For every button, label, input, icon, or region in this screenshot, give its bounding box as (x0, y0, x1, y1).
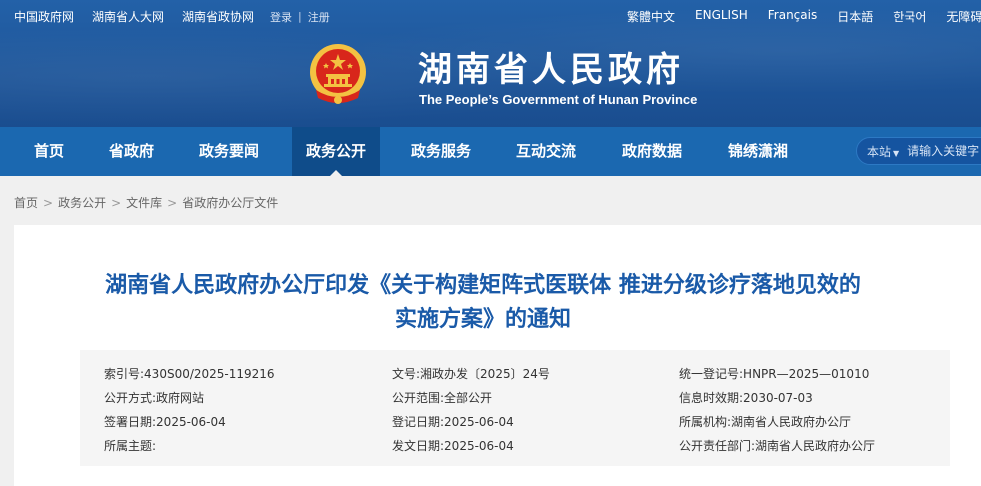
language-links: 繁體中文 ENGLISH Français 日本語 한국어 无障碍浏览 (627, 8, 981, 25)
nav-provincial-government[interactable]: 省政府 (109, 127, 154, 176)
meta-value: 2025-06-04 (156, 415, 226, 429)
document-meta-table: 索引号:430S00/2025-119216 文号:湘政办发〔2025〕24号 … (80, 350, 950, 466)
nav-home[interactable]: 首页 (34, 127, 64, 176)
meta-key: 统一登记号: (679, 367, 744, 381)
national-emblem-icon (310, 44, 366, 104)
meta-key: 公开方式: (104, 391, 157, 405)
meta-disclosure-method: 公开方式:政府网站 (104, 389, 204, 406)
lang-traditional-chinese[interactable]: 繁體中文 (627, 8, 675, 25)
top-links: 中国政府网 湖南省人大网 湖南省政协网 登录 | 注册 (14, 8, 330, 25)
meta-key: 所属主题: (104, 439, 157, 453)
meta-key: 签署日期: (104, 415, 157, 429)
caret-down-icon: ▼ (893, 148, 900, 158)
meta-value: 全部公开 (444, 391, 493, 405)
breadcrumb: 首页 > 政务公开 > 文件库 > 省政府办公厅文件 (14, 194, 278, 211)
register-link[interactable]: 注册 (308, 9, 330, 25)
search-scope-select[interactable]: 本站 ▼ (867, 143, 899, 160)
meta-row: 所属主题: 发文日期:2025-06-04 公开责任部门:湖南省人民政府办公厅 (80, 437, 950, 459)
meta-value: 2025-06-04 (444, 439, 514, 453)
breadcrumb-office-documents[interactable]: 省政府办公厅文件 (182, 196, 278, 210)
link-gov-cn[interactable]: 中国政府网 (14, 8, 74, 25)
meta-key: 文号: (392, 367, 421, 381)
nav-government-news[interactable]: 政务要闻 (199, 127, 259, 176)
site-subtitle: The People’s Government of Hunan Provinc… (419, 92, 698, 107)
meta-value: 2025-06-04 (444, 415, 514, 429)
meta-value: 湖南省人民政府办公厅 (731, 415, 852, 429)
link-hunan-npc[interactable]: 湖南省人大网 (92, 8, 164, 25)
meta-responsible-department: 公开责任部门:湖南省人民政府办公厅 (679, 437, 875, 454)
main-nav: 首页 省政府 政务要闻 政务公开 政务服务 互动交流 政府数据 锦绣潇湘 (0, 127, 981, 176)
breadcrumb-separator: > (111, 196, 122, 210)
meta-issuing-agency: 所属机构:湖南省人民政府办公厅 (679, 413, 851, 430)
lang-english[interactable]: ENGLISH (695, 8, 748, 25)
article-title-line-1: 湖南省人民政府办公厅印发《关于构建矩阵式医联体 推进分级诊疗落地见效的 (105, 273, 861, 298)
meta-index-number: 索引号:430S00/2025-119216 (104, 365, 275, 382)
meta-value: 湖南省人民政府办公厅 (755, 439, 876, 453)
meta-value: 湘政办发〔2025〕24号 (420, 367, 550, 381)
article-title-line-2: 实施方案》的通知 (394, 307, 571, 332)
site-title: 湖南省人民政府 (418, 50, 684, 90)
nav-interaction[interactable]: 互动交流 (516, 127, 576, 176)
meta-key: 信息时效期: (679, 391, 744, 405)
meta-registration-number: 统一登记号:HNPR—2025—01010 (679, 365, 869, 382)
meta-key: 索引号: (104, 367, 145, 381)
meta-row: 索引号:430S00/2025-119216 文号:湘政办发〔2025〕24号 … (80, 365, 950, 387)
meta-key: 登记日期: (392, 415, 445, 429)
login-link[interactable]: 登录 (270, 9, 292, 25)
meta-key: 所属机构: (679, 415, 732, 429)
login-register: 登录 | 注册 (270, 9, 330, 25)
top-bar: 中国政府网 湖南省人大网 湖南省政协网 登录 | 注册 繁體中文 ENGLISH… (0, 0, 981, 30)
meta-value: 政府网站 (156, 391, 205, 405)
meta-value: 430S00/2025-119216 (144, 367, 275, 381)
search-input[interactable] (907, 144, 981, 158)
meta-document-number: 文号:湘政办发〔2025〕24号 (392, 365, 550, 382)
meta-key: 公开范围: (392, 391, 445, 405)
meta-value: 2030-07-03 (743, 391, 813, 405)
search-scope-label: 本站 (867, 144, 892, 159)
meta-subject: 所属主题: (104, 437, 156, 454)
meta-row: 公开方式:政府网站 公开范围:全部公开 信息时效期:2030-07-03 (80, 389, 950, 411)
login-separator: | (298, 10, 302, 23)
breadcrumb-document-library[interactable]: 文件库 (126, 196, 162, 210)
meta-issue-date: 发文日期:2025-06-04 (392, 437, 514, 454)
breadcrumb-separator: > (43, 196, 54, 210)
site-header: 中国政府网 湖南省人大网 湖南省政协网 登录 | 注册 繁體中文 ENGLISH… (0, 0, 981, 127)
breadcrumb-home[interactable]: 首页 (14, 196, 38, 210)
meta-signing-date: 签署日期:2025-06-04 (104, 413, 226, 430)
nav-government-data[interactable]: 政府数据 (622, 127, 682, 176)
search-box: 本站 ▼ (856, 137, 981, 165)
meta-row: 签署日期:2025-06-04 登记日期:2025-06-04 所属机构:湖南省… (80, 413, 950, 435)
lang-french[interactable]: Français (768, 8, 817, 25)
meta-registration-date: 登记日期:2025-06-04 (392, 413, 514, 430)
lang-japanese[interactable]: 日本語 (837, 8, 873, 25)
article-container: 湖南省人民政府办公厅印发《关于构建矩阵式医联体 推进分级诊疗落地见效的 实施方案… (14, 225, 981, 486)
meta-key: 公开责任部门: (679, 439, 756, 453)
accessibility-link[interactable]: 无障碍浏览 (946, 8, 981, 25)
meta-disclosure-scope: 公开范围:全部公开 (392, 389, 492, 406)
nav-scenic-hunan[interactable]: 锦绣潇湘 (728, 127, 788, 176)
nav-government-services[interactable]: 政务服务 (411, 127, 471, 176)
article-title: 湖南省人民政府办公厅印发《关于构建矩阵式医联体 推进分级诊疗落地见效的 实施方案… (14, 269, 952, 337)
meta-value: HNPR—2025—01010 (743, 367, 870, 381)
nav-government-affairs-disclosure[interactable]: 政务公开 (292, 127, 381, 176)
lang-korean[interactable]: 한국어 (893, 8, 926, 25)
breadcrumb-disclosure[interactable]: 政务公开 (58, 196, 106, 210)
link-hunan-cppcc[interactable]: 湖南省政协网 (182, 8, 254, 25)
meta-validity-period: 信息时效期:2030-07-03 (679, 389, 813, 406)
breadcrumb-separator: > (167, 196, 178, 210)
meta-key: 发文日期: (392, 439, 445, 453)
